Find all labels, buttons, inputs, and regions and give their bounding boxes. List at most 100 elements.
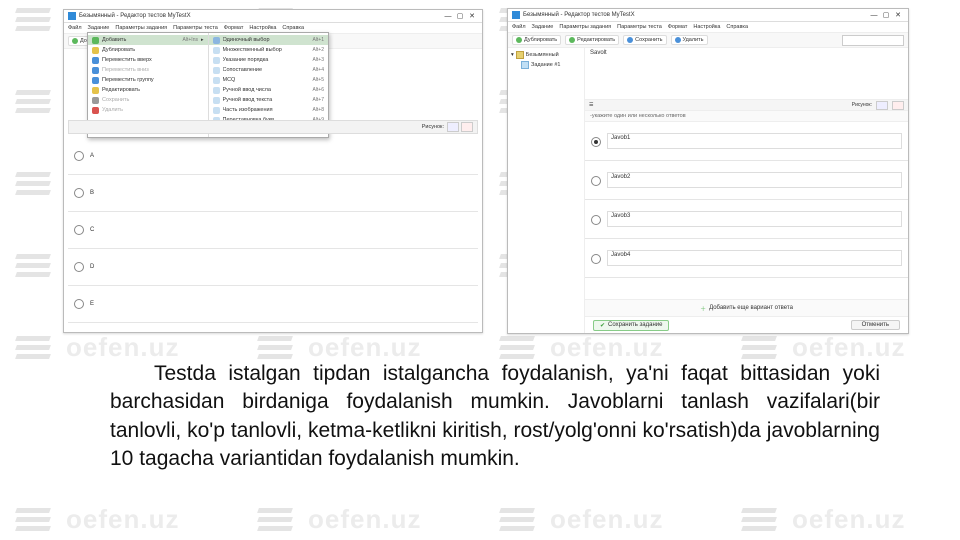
list-icon[interactable]: ☰	[589, 102, 593, 108]
dd-type-item[interactable]: СопоставлениеAlt+4	[209, 65, 329, 75]
radio-icon[interactable]	[591, 176, 601, 186]
answer-row[interactable]: Javob4	[585, 239, 908, 278]
answer-row[interactable]: E	[68, 286, 478, 323]
tb-duplicate[interactable]: Дублировать	[512, 35, 561, 45]
tree-child[interactable]: Задание #1	[511, 60, 581, 70]
maximize-button[interactable]: ▢	[454, 13, 466, 20]
plus-icon	[569, 37, 575, 43]
radio-icon[interactable]	[591, 137, 601, 147]
dd-item[interactable]: Переместить группу	[88, 75, 208, 85]
answer-input[interactable]: Javob2	[607, 172, 902, 188]
right-title: Безымянный - Редактор тестов MyTestX	[523, 12, 635, 18]
add-variant-btn[interactable]: ＋ Добавить еще вариант ответа	[585, 299, 908, 316]
dd-type-item[interactable]: Часть изображенияAlt+8	[209, 105, 329, 115]
answer-row[interactable]: Javob1	[585, 122, 908, 161]
format-toolbar[interactable]: ☰ Рисунок:	[585, 99, 908, 111]
picture-delete-icon[interactable]	[892, 101, 904, 110]
plus-icon	[72, 38, 78, 44]
tb-save[interactable]: Сохранить	[623, 35, 666, 45]
close-button[interactable]: ✕	[892, 12, 904, 19]
answer-input[interactable]: Javob1	[607, 133, 902, 149]
menu-file[interactable]: Файл	[512, 24, 526, 30]
screenshot-right: Безымянный - Редактор тестов MyTestX — ▢…	[507, 8, 909, 334]
dd-item[interactable]: Переместить вверх	[88, 55, 208, 65]
dd-add[interactable]: Добавить Alt+Ins ▸	[88, 35, 208, 45]
menu-settings[interactable]: Настройка	[249, 25, 276, 31]
answer-input[interactable]: Javob4	[607, 250, 902, 266]
dd-type-item[interactable]: MCQAlt+5	[209, 75, 329, 85]
dd-single-choice[interactable]: Одиночный выбор Alt+1	[209, 35, 329, 45]
tree-panel: ▾ Безымянный Задание #1	[508, 47, 585, 333]
picture-picker-icon[interactable]	[876, 101, 888, 110]
tree-root[interactable]: ▾ Безымянный	[511, 50, 581, 60]
right-menubar[interactable]: Файл Задание Параметры задания Параметры…	[508, 22, 908, 33]
right-answer-list: Javob1 Javob2 Javob3 Javob4	[585, 122, 908, 299]
answer-row[interactable]: D	[68, 249, 478, 286]
menu-test-params[interactable]: Параметры теста	[617, 24, 662, 30]
dd-item: Переместить вниз	[88, 65, 208, 75]
answer-row[interactable]: Javob2	[585, 161, 908, 200]
label-picture: Рисунок:	[852, 102, 872, 108]
app-icon	[512, 11, 520, 19]
left-question-bar: Рисунок:	[68, 120, 478, 134]
dd-item[interactable]: Дублировать	[88, 45, 208, 55]
radio-icon[interactable]	[74, 299, 84, 309]
action-icon	[92, 87, 99, 94]
picture-picker-icon[interactable]	[447, 122, 459, 132]
answer-row[interactable]: A	[68, 138, 478, 175]
picture-delete-icon[interactable]	[461, 122, 473, 132]
dd-type-item[interactable]: Множественный выборAlt+2	[209, 45, 329, 55]
radio-icon[interactable]	[74, 262, 84, 272]
menu-task-params[interactable]: Параметры задания	[115, 25, 167, 31]
body-paragraph: Testda istalgan tipdan istalgancha foyda…	[110, 360, 880, 473]
action-icon	[92, 67, 99, 74]
minimize-button[interactable]: —	[868, 12, 880, 19]
save-task-button[interactable]: ✔ Сохранить задание	[593, 320, 669, 331]
answer-row[interactable]: Javob3	[585, 200, 908, 239]
dd-type-item[interactable]: Ручной ввод текстаAlt+7	[209, 95, 329, 105]
chevron-right-icon: ▸	[201, 37, 204, 43]
plus-icon	[92, 37, 99, 44]
answer-input[interactable]: Javob3	[607, 211, 902, 227]
dd-type-item[interactable]: Указание порядкаAlt+3	[209, 55, 329, 65]
left-titlebar: Безымянный - Редактор тестов MyTestX — ▢…	[64, 10, 482, 23]
maximize-button[interactable]: ▢	[880, 12, 892, 19]
dd-item[interactable]: Редактировать	[88, 85, 208, 95]
action-icon	[92, 47, 99, 54]
radio-icon[interactable]	[591, 215, 601, 225]
menu-task[interactable]: Задание	[88, 25, 110, 31]
label-picture: Рисунок:	[422, 124, 444, 130]
menu-help[interactable]: Справка	[282, 25, 304, 31]
dd-item: Удалить	[88, 105, 208, 115]
menu-test-params[interactable]: Параметры теста	[173, 25, 218, 31]
right-editor-panel: Savolt ☰ Рисунок: -укажите один или неск…	[585, 47, 908, 333]
search-field[interactable]	[842, 35, 904, 46]
action-icon	[92, 97, 99, 104]
menu-format[interactable]: Формат	[224, 25, 244, 31]
disk-icon	[627, 37, 633, 43]
menu-help[interactable]: Справка	[726, 24, 748, 30]
answer-row[interactable]: B	[68, 175, 478, 212]
dd-type-item[interactable]: Ручной ввод числаAlt+6	[209, 85, 329, 95]
tb-edit[interactable]: Редактировать	[565, 35, 619, 45]
menu-settings[interactable]: Настройка	[693, 24, 720, 30]
radio-icon[interactable]	[74, 151, 84, 161]
close-button[interactable]: ✕	[466, 13, 478, 20]
menu-task[interactable]: Задание	[532, 24, 554, 30]
menu-format[interactable]: Формат	[668, 24, 688, 30]
menu-task-params[interactable]: Параметры задания	[559, 24, 611, 30]
radio-icon[interactable]	[74, 225, 84, 235]
tb-delete[interactable]: Удалить	[671, 35, 708, 45]
action-icon	[92, 57, 99, 64]
minimize-button[interactable]: —	[442, 13, 454, 20]
radio-icon[interactable]	[74, 188, 84, 198]
radio-icon[interactable]	[591, 254, 601, 264]
answer-row[interactable]: C	[68, 212, 478, 249]
type-icon	[213, 87, 220, 94]
type-icon	[213, 107, 220, 114]
left-answer-list: ABCDE	[68, 138, 478, 328]
cancel-button[interactable]: Отменить	[851, 320, 900, 330]
plus-icon: ＋	[700, 304, 706, 313]
app-icon	[68, 12, 76, 20]
menu-file[interactable]: Файл	[68, 25, 82, 31]
